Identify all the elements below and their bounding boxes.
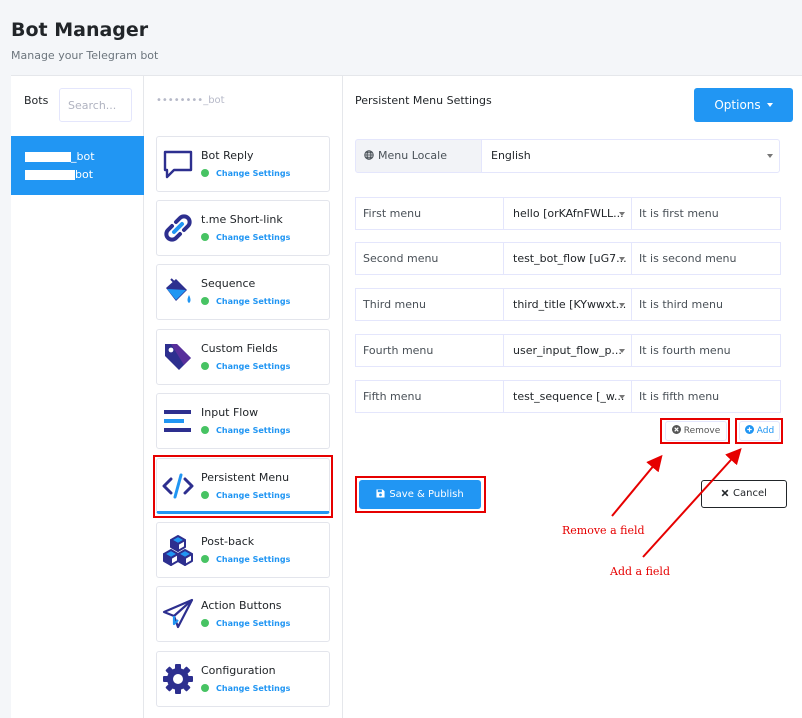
annotation-arrows	[611, 448, 742, 558]
arrow-to-add	[642, 448, 742, 558]
annotation-add-field: Add a field	[610, 565, 670, 578]
annotation-remove-field: Remove a field	[562, 524, 645, 537]
arrow-to-remove	[611, 454, 663, 517]
